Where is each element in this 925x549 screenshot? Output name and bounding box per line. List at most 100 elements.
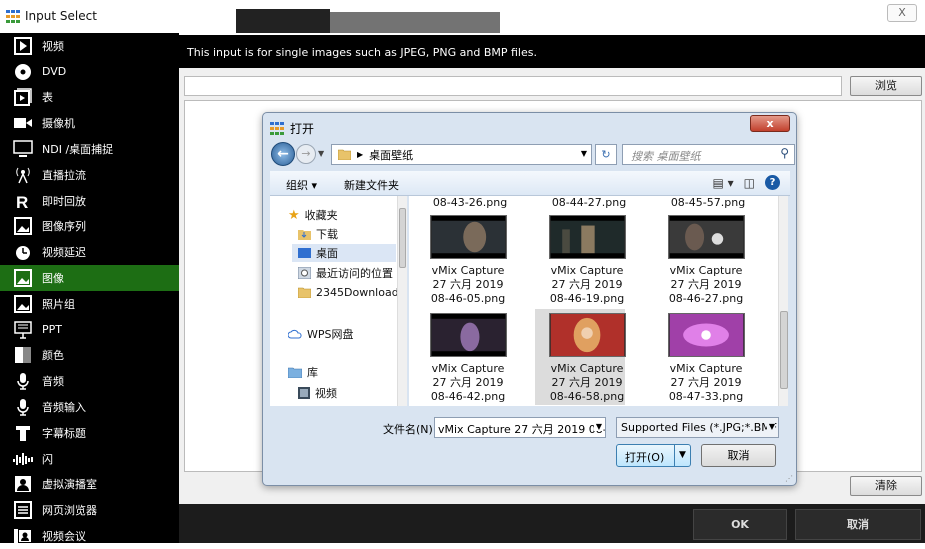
star-icon: ★ bbox=[288, 207, 300, 223]
sidebar-item-video-play[interactable]: 视频 bbox=[0, 33, 179, 59]
file-name-partial[interactable]: 08-45-57.png bbox=[660, 196, 756, 210]
sidebar-item-label: 即时回放 bbox=[42, 194, 86, 208]
new-folder-button[interactable]: 新建文件夹 bbox=[344, 177, 399, 193]
sidebar-item-image[interactable]: 图像 bbox=[0, 265, 179, 291]
open-split-arrow-icon[interactable]: ▼ bbox=[674, 445, 690, 466]
file-item[interactable]: vMix Capture 27 六月 2019 08-46-27.png bbox=[658, 264, 754, 306]
resize-grip-icon[interactable]: ⋰ bbox=[785, 474, 793, 483]
file-thumbnail[interactable] bbox=[430, 313, 507, 357]
file-list-scroll-thumb[interactable] bbox=[780, 311, 788, 389]
window-close-button[interactable]: X bbox=[887, 4, 917, 22]
file-name-partial[interactable]: 08-43-26.png bbox=[422, 196, 518, 210]
open-label: 打开(O) bbox=[625, 451, 665, 464]
file-name-partial[interactable]: 08-44-27.png bbox=[541, 196, 637, 210]
sidebar-item-clock[interactable]: 视频延迟 bbox=[0, 239, 179, 265]
back-arrow-icon[interactable]: ← bbox=[271, 142, 295, 166]
file-item-selected[interactable]: vMix Capture 27 六月 2019 08-46-58.png bbox=[539, 362, 635, 404]
sidebar-item-virtual-studio[interactable]: 虚拟演播室 bbox=[0, 472, 179, 498]
sidebar-item-label: 表 bbox=[42, 91, 53, 105]
sidebar-item-label: 摄像机 bbox=[42, 117, 75, 131]
sidebar-item-browser[interactable]: 网页浏览器 bbox=[0, 497, 179, 523]
video-call-icon bbox=[13, 526, 33, 546]
forward-arrow-icon[interactable]: → bbox=[296, 144, 316, 164]
recent-pages-dropdown-icon[interactable]: ▼ bbox=[318, 149, 324, 158]
sidebar-item-photos[interactable]: 照片组 bbox=[0, 291, 179, 317]
search-icon[interactable]: ⚲ bbox=[780, 146, 789, 160]
preview-pane-icon[interactable]: ◫ bbox=[744, 176, 755, 190]
file-item[interactable]: vMix Capture 27 六月 2019 08-46-42.png bbox=[420, 362, 516, 404]
filetype-dropdown-icon[interactable]: ▼ bbox=[766, 422, 775, 431]
filetype-select[interactable]: Supported Files (*.JPG;*.BMF ▼ bbox=[616, 417, 779, 438]
title-icon bbox=[13, 423, 33, 443]
file-item[interactable]: vMix Capture 27 六月 2019 08-46-19.png bbox=[539, 264, 635, 306]
ok-button[interactable]: OK bbox=[693, 509, 787, 540]
nav-item-desktop[interactable]: 桌面 bbox=[292, 244, 396, 262]
sidebar-item-camera[interactable]: 摄像机 bbox=[0, 110, 179, 136]
address-bar[interactable]: ▶ 桌面壁纸 ▼ bbox=[331, 144, 592, 165]
file-line: vMix Capture bbox=[550, 362, 624, 375]
sidebar-item-label: PPT bbox=[42, 323, 62, 337]
sidebar-item-broadcast[interactable]: 直播拉流 bbox=[0, 162, 179, 188]
view-mode-icon[interactable]: ▤ ▾ bbox=[712, 176, 733, 190]
desktop-icon bbox=[298, 248, 311, 258]
browser-icon bbox=[13, 500, 33, 520]
sidebar-item-label: 音频 bbox=[42, 375, 64, 389]
navigation-pane: ★ 收藏夹 下载 桌面 最近访问的位置 2345Downloads WPS网盘 … bbox=[270, 196, 407, 406]
library-icon bbox=[288, 367, 302, 378]
file-thumbnail[interactable] bbox=[430, 215, 507, 259]
filename-input[interactable]: vMix Capture 27 六月 2019 08- ▼ bbox=[434, 417, 606, 438]
nav-item-recent[interactable]: 最近访问的位置 bbox=[298, 265, 393, 281]
file-path-input[interactable] bbox=[184, 76, 842, 96]
open-button[interactable]: 打开(O) ▼ bbox=[616, 444, 691, 467]
file-item[interactable]: vMix Capture 27 六月 2019 08-47-33.png bbox=[658, 362, 754, 404]
sidebar-item-label: 字幕标题 bbox=[42, 426, 86, 440]
nav-item-videos[interactable]: 视频 bbox=[298, 385, 337, 401]
dialog-cancel-button[interactable]: 取消 bbox=[701, 444, 776, 467]
file-line: 08-46-42.png bbox=[430, 390, 506, 403]
file-line: 27 六月 2019 bbox=[670, 278, 742, 291]
filename-label: 文件名(N): bbox=[383, 423, 437, 436]
nav-item-downloads[interactable]: 下载 bbox=[298, 226, 338, 242]
broadcast-icon bbox=[13, 165, 33, 185]
sidebar-item-list-play[interactable]: 表 bbox=[0, 85, 179, 111]
sidebar-item-monitor[interactable]: NDI /桌面捕捉 bbox=[0, 136, 179, 162]
file-item[interactable]: vMix Capture 27 六月 2019 08-46-05.png bbox=[420, 264, 516, 306]
sidebar-item-microphone[interactable]: 音频 bbox=[0, 368, 179, 394]
nav-item-2345downloads[interactable]: 2345Downloads bbox=[298, 286, 404, 299]
nav-item-favorites[interactable]: ★ 收藏夹 bbox=[288, 207, 338, 223]
nav-item-wps-cloud[interactable]: WPS网盘 bbox=[288, 326, 354, 342]
command-bar: 组织 ▾ 新建文件夹 ▤ ▾ ◫ ? bbox=[270, 171, 790, 196]
sidebar-item-microphone-input[interactable]: 音频输入 bbox=[0, 394, 179, 420]
virtual-studio-icon bbox=[13, 474, 33, 494]
sidebar-item-replay[interactable]: R 即时回放 bbox=[0, 188, 179, 214]
clear-button[interactable]: 清除 bbox=[850, 476, 922, 496]
sidebar-item-image-sequence[interactable]: 图像序列 bbox=[0, 214, 179, 240]
file-thumbnail[interactable] bbox=[549, 313, 626, 357]
refresh-icon[interactable]: ↻ bbox=[595, 144, 617, 165]
window-titlebar: Input Select X bbox=[0, 0, 925, 33]
filename-value: vMix Capture 27 六月 2019 08- bbox=[438, 423, 606, 436]
address-dropdown-icon[interactable]: ▼ bbox=[581, 149, 587, 158]
help-icon[interactable]: ? bbox=[765, 175, 780, 190]
organize-button[interactable]: 组织 ▾ bbox=[286, 177, 317, 193]
sidebar-item-presentation[interactable]: PPT bbox=[0, 317, 179, 343]
nav-scrollbar[interactable] bbox=[397, 196, 407, 406]
sidebar-item-disc[interactable]: DVD bbox=[0, 59, 179, 85]
cancel-button[interactable]: 取消 bbox=[795, 509, 921, 540]
sidebar-item-color[interactable]: 颜色 bbox=[0, 343, 179, 369]
sidebar-item-video-call[interactable]: 视频会议 bbox=[0, 523, 179, 549]
browse-button[interactable]: 浏览 bbox=[850, 76, 922, 96]
file-list-scrollbar[interactable] bbox=[778, 196, 788, 406]
filename-dropdown-icon[interactable]: ▼ bbox=[593, 422, 602, 431]
window-title: Input Select bbox=[25, 9, 97, 23]
file-thumbnail[interactable] bbox=[549, 215, 626, 259]
search-input[interactable]: 搜索 桌面壁纸 ⚲ bbox=[622, 144, 795, 165]
nav-scroll-thumb[interactable] bbox=[399, 208, 406, 268]
sidebar-item-title[interactable]: 字幕标题 bbox=[0, 420, 179, 446]
dialog-close-button[interactable]: x bbox=[750, 115, 790, 132]
sidebar-item-flash[interactable]: 闪 bbox=[0, 446, 179, 472]
file-thumbnail[interactable] bbox=[668, 313, 745, 357]
sidebar-item-label: 图像 bbox=[42, 272, 64, 286]
file-thumbnail[interactable] bbox=[668, 215, 745, 259]
nav-item-libraries[interactable]: 库 bbox=[288, 364, 318, 380]
